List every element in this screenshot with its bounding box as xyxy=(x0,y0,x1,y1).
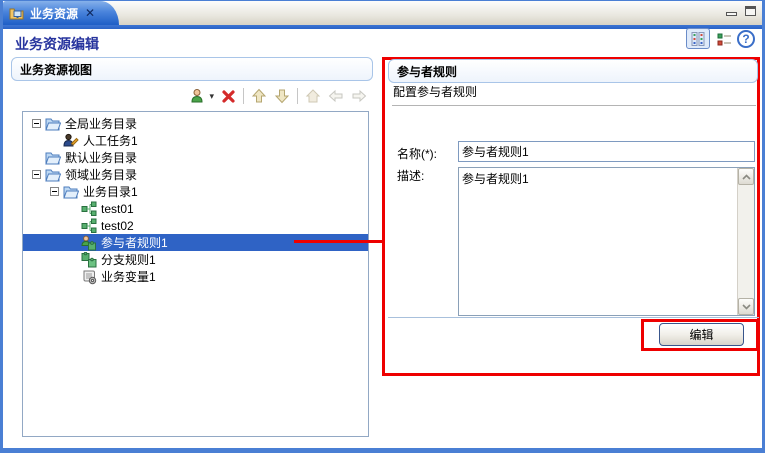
participant-rule-icon xyxy=(81,235,97,251)
tree-item-label: test01 xyxy=(101,202,134,216)
scrollbar[interactable] xyxy=(737,168,754,315)
page-title: 业务资源编辑 xyxy=(15,34,99,54)
manual-task-icon xyxy=(63,133,79,149)
folder-monitor-icon xyxy=(9,5,25,21)
tree-item-label: 分支规则1 xyxy=(101,251,156,268)
tree-toolbar: ▾ xyxy=(11,86,367,106)
tree-item-business-variable1[interactable]: 业务变量1 xyxy=(23,268,368,285)
folder-open-icon xyxy=(45,167,61,183)
description-field-wrap: 参与者规则1 xyxy=(458,167,755,316)
tree-item-business-catalog1[interactable]: 业务目录1 xyxy=(23,183,368,200)
forward-arrow-icon xyxy=(351,89,367,103)
collapse-icon[interactable] xyxy=(32,119,41,128)
branch-rule-icon xyxy=(81,252,97,268)
toolbar-separator xyxy=(243,88,244,104)
close-icon[interactable]: ✕ xyxy=(85,7,95,19)
tree-item-label: 人工任务1 xyxy=(83,132,138,149)
description-label: 描述: xyxy=(397,167,424,184)
down-arrow-icon xyxy=(274,88,290,104)
tree-item-label: 业务目录1 xyxy=(83,183,138,200)
home-button[interactable] xyxy=(305,88,321,104)
form-bottom-border xyxy=(388,317,759,318)
move-down-button[interactable] xyxy=(274,88,290,104)
home-icon xyxy=(305,88,321,104)
edit-button[interactable]: 编辑 xyxy=(659,323,744,346)
business-resource-window: 业务资源 ✕ 业务资源编辑 ? 业务资源视图 xyxy=(0,0,765,453)
add-participant-menu-button[interactable]: ▾ xyxy=(190,88,214,104)
collapse-icon[interactable] xyxy=(32,170,41,179)
node-icon xyxy=(81,218,97,234)
tree-item-label: 默认业务目录 xyxy=(65,149,137,166)
back-arrow-icon xyxy=(328,89,344,103)
tree-item-participant-rule1[interactable]: 参与者规则1 xyxy=(23,234,368,251)
tab-underline xyxy=(3,25,762,29)
node-icon xyxy=(81,201,97,217)
tree-item-default-catalog[interactable]: 默认业务目录 xyxy=(23,149,368,166)
tree-item-manual-task[interactable]: 人工任务1 xyxy=(23,132,368,149)
tab-business-resource[interactable]: 业务资源 ✕ xyxy=(3,1,119,25)
tree-item-label: 参与者规则1 xyxy=(101,234,168,251)
description-textarea[interactable]: 参与者规则1 xyxy=(459,168,737,315)
chevron-up-icon xyxy=(742,174,751,180)
tree-item-branch-rule1[interactable]: 分支规则1 xyxy=(23,251,368,268)
right-panel-header: 参与者规则 xyxy=(388,59,758,83)
forward-button[interactable] xyxy=(351,89,367,103)
tree-item-global-catalog[interactable]: 全局业务目录 xyxy=(23,115,368,132)
scroll-down-button[interactable] xyxy=(738,298,754,315)
folder-open-icon xyxy=(63,184,79,200)
help-button[interactable]: ? xyxy=(737,30,755,48)
minimize-icon[interactable] xyxy=(726,12,737,16)
tree-item-label: 领域业务目录 xyxy=(65,166,137,183)
chevron-down-icon xyxy=(742,304,751,310)
up-arrow-icon xyxy=(251,88,267,104)
tree-item-label: 业务变量1 xyxy=(101,268,156,285)
back-button[interactable] xyxy=(328,89,344,103)
tree-item-domain-catalog[interactable]: 领域业务目录 xyxy=(23,166,368,183)
dropdown-arrow-icon: ▾ xyxy=(209,91,214,102)
list-view-icon xyxy=(717,33,732,46)
left-panel-title: 业务资源视图 xyxy=(20,61,92,78)
list-view-button[interactable] xyxy=(714,30,734,48)
variable-icon xyxy=(81,269,97,285)
toolbar-separator xyxy=(297,88,298,104)
right-panel-title: 参与者规则 xyxy=(397,63,457,80)
tab-bar: 业务资源 ✕ xyxy=(3,1,762,25)
tree-item-label: 全局业务目录 xyxy=(65,115,137,132)
tree-item-test02[interactable]: test02 xyxy=(23,217,368,234)
person-add-icon xyxy=(190,88,207,104)
tree-item-test01[interactable]: test01 xyxy=(23,200,368,217)
business-resource-tree: 全局业务目录 人工任务1 默认业务目录 领域业务目录 xyxy=(22,111,369,437)
collapse-icon[interactable] xyxy=(50,187,59,196)
move-up-button[interactable] xyxy=(251,88,267,104)
folder-open-icon xyxy=(45,116,61,132)
tab-title: 业务资源 xyxy=(30,5,78,22)
name-input[interactable] xyxy=(458,141,755,162)
name-label: 名称(*): xyxy=(397,145,437,162)
tree-item-label: test02 xyxy=(101,219,134,233)
category-view-button[interactable] xyxy=(686,28,710,49)
maximize-icon[interactable] xyxy=(745,6,756,16)
delete-x-icon xyxy=(221,89,236,104)
left-panel-header: 业务资源视图 xyxy=(11,57,373,81)
delete-button[interactable] xyxy=(221,89,236,104)
scroll-up-button[interactable] xyxy=(738,168,754,185)
right-panel-subtitle: 配置参与者规则 xyxy=(393,83,477,100)
category-view-icon xyxy=(691,32,705,46)
folder-open-icon xyxy=(45,150,61,166)
section-divider xyxy=(392,105,756,107)
